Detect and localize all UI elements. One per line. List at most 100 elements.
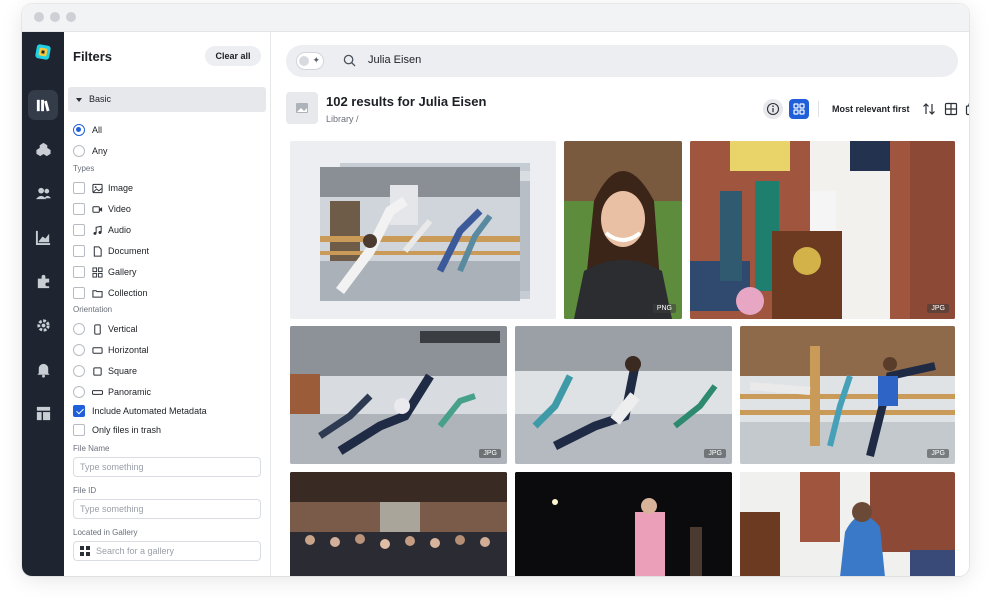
match-any-radio[interactable]: Any bbox=[73, 144, 108, 158]
type-audio-label: Audio bbox=[108, 225, 132, 235]
gallery-icon bbox=[92, 266, 103, 278]
type-collection-checkbox[interactable] bbox=[73, 287, 85, 299]
window-dot-close[interactable] bbox=[34, 12, 44, 22]
type-audio-checkbox[interactable] bbox=[73, 224, 85, 236]
toggle-knob bbox=[299, 56, 309, 66]
file-type-badge: JPG bbox=[927, 304, 949, 313]
result-placeholder-icon bbox=[286, 92, 318, 124]
search-bar[interactable]: ✦ Julia Eisen bbox=[286, 45, 958, 77]
include-metadata-option[interactable]: Include Automated Metadata bbox=[73, 404, 207, 418]
type-document-checkbox[interactable] bbox=[73, 245, 85, 257]
layout-grid-icon bbox=[944, 102, 958, 116]
type-collection-option[interactable]: Collection bbox=[73, 286, 148, 300]
vertical-icon bbox=[94, 323, 101, 335]
type-gallery-option[interactable]: Gallery bbox=[73, 265, 137, 279]
orientation-panoramic-radio[interactable] bbox=[73, 386, 85, 398]
result-tile-portrait[interactable]: PNG bbox=[564, 141, 682, 319]
type-image-label: Image bbox=[108, 183, 134, 193]
sort-arrows-icon bbox=[923, 103, 935, 115]
type-video-checkbox[interactable] bbox=[73, 203, 85, 215]
result-tile-lunge-1[interactable]: JPG bbox=[290, 326, 507, 464]
radio-unselected[interactable] bbox=[73, 145, 85, 157]
podium-image bbox=[690, 141, 955, 319]
ai-search-toggle[interactable]: ✦ bbox=[296, 52, 324, 70]
copy-icon bbox=[965, 103, 969, 116]
type-image-option[interactable]: Image bbox=[73, 181, 133, 195]
window-dot-maximize[interactable] bbox=[66, 12, 76, 22]
toolbar-divider bbox=[818, 101, 819, 117]
window-dot-minimize[interactable] bbox=[50, 12, 60, 22]
layout-icon[interactable] bbox=[28, 398, 58, 428]
only-trash-checkbox[interactable] bbox=[73, 424, 85, 436]
square-icon bbox=[93, 366, 102, 376]
only-trash-option[interactable]: Only files in trash bbox=[73, 423, 161, 437]
result-tile-stage[interactable] bbox=[515, 472, 732, 576]
filters-title: Filters bbox=[73, 49, 113, 64]
result-tile-podium[interactable]: JPG bbox=[690, 141, 955, 319]
select-button[interactable] bbox=[962, 99, 969, 119]
library-icon[interactable] bbox=[28, 90, 58, 120]
type-video-option[interactable]: Video bbox=[73, 202, 131, 216]
orientation-square-option[interactable]: Square bbox=[73, 364, 137, 378]
grid-view-button[interactable] bbox=[789, 99, 809, 119]
orientation-panoramic-label: Panoramic bbox=[108, 387, 152, 397]
layout-toggle-button[interactable] bbox=[941, 99, 961, 119]
orientation-square-radio[interactable] bbox=[73, 365, 85, 377]
folder-icon bbox=[92, 289, 103, 298]
basic-section-label: Basic bbox=[89, 94, 112, 104]
integrations-icon[interactable] bbox=[28, 266, 58, 296]
info-icon bbox=[766, 102, 780, 116]
settings-icon[interactable] bbox=[28, 310, 58, 340]
type-document-option[interactable]: Document bbox=[73, 244, 149, 258]
info-button[interactable] bbox=[763, 99, 783, 119]
document-icon bbox=[93, 245, 102, 257]
result-tile-barre[interactable]: JPG bbox=[740, 326, 955, 464]
people-icon[interactable] bbox=[28, 178, 58, 208]
stage-speaker-image bbox=[515, 472, 732, 576]
match-all-label: All bbox=[92, 125, 103, 135]
sparkle-icon: ✦ bbox=[312, 55, 320, 65]
gallery-search-input[interactable]: Search for a gallery bbox=[73, 541, 261, 561]
structure-icon[interactable] bbox=[28, 134, 58, 164]
orientation-horizontal-radio[interactable] bbox=[73, 344, 85, 356]
dance-barre-image bbox=[740, 326, 955, 464]
main-content: ✦ Julia Eisen 102 results for Julia Eise… bbox=[272, 32, 969, 576]
hug-image bbox=[740, 472, 955, 576]
include-metadata-label: Include Automated Metadata bbox=[92, 406, 207, 416]
type-audio-option[interactable]: Audio bbox=[73, 223, 131, 237]
radio-selected[interactable] bbox=[73, 124, 85, 136]
include-metadata-checkbox[interactable] bbox=[73, 405, 85, 417]
orientation-vertical-option[interactable]: Vertical bbox=[73, 322, 138, 336]
file-name-input[interactable]: Type something bbox=[73, 457, 261, 477]
types-section-label: Types bbox=[73, 164, 95, 173]
orientation-vertical-radio[interactable] bbox=[73, 323, 85, 335]
match-all-radio[interactable]: All bbox=[73, 123, 102, 137]
type-gallery-checkbox[interactable] bbox=[73, 266, 85, 278]
panoramic-icon bbox=[92, 389, 103, 395]
dance-lunge-image bbox=[515, 326, 732, 464]
only-trash-label: Only files in trash bbox=[92, 425, 162, 435]
type-image-checkbox[interactable] bbox=[73, 182, 85, 194]
result-tile-hug[interactable] bbox=[740, 472, 955, 576]
logo-icon[interactable] bbox=[33, 42, 53, 62]
analytics-icon[interactable] bbox=[28, 222, 58, 252]
sort-label[interactable]: Most relevant first bbox=[832, 104, 910, 114]
breadcrumb[interactable]: Library / bbox=[326, 114, 359, 124]
file-id-label: File ID bbox=[73, 486, 97, 495]
dance-lunge-image bbox=[290, 326, 507, 464]
orientation-panoramic-option[interactable]: Panoramic bbox=[73, 385, 151, 399]
file-id-input[interactable]: Type something bbox=[73, 499, 261, 519]
result-tile-lunge-2[interactable]: JPG bbox=[515, 326, 732, 464]
bell-icon[interactable] bbox=[28, 354, 58, 384]
result-tile-collage[interactable] bbox=[290, 141, 556, 319]
horizontal-icon bbox=[92, 346, 103, 354]
sort-order-button[interactable] bbox=[919, 99, 939, 119]
crowd-image bbox=[290, 472, 507, 576]
clear-all-button[interactable]: Clear all bbox=[205, 46, 261, 66]
grid-icon bbox=[793, 103, 805, 115]
result-tile-crowd[interactable] bbox=[290, 472, 507, 576]
basic-section-header[interactable]: Basic bbox=[68, 87, 266, 112]
search-input[interactable]: Julia Eisen bbox=[368, 54, 421, 66]
orientation-horizontal-option[interactable]: Horizontal bbox=[73, 343, 149, 357]
file-name-placeholder: Type something bbox=[80, 462, 144, 472]
